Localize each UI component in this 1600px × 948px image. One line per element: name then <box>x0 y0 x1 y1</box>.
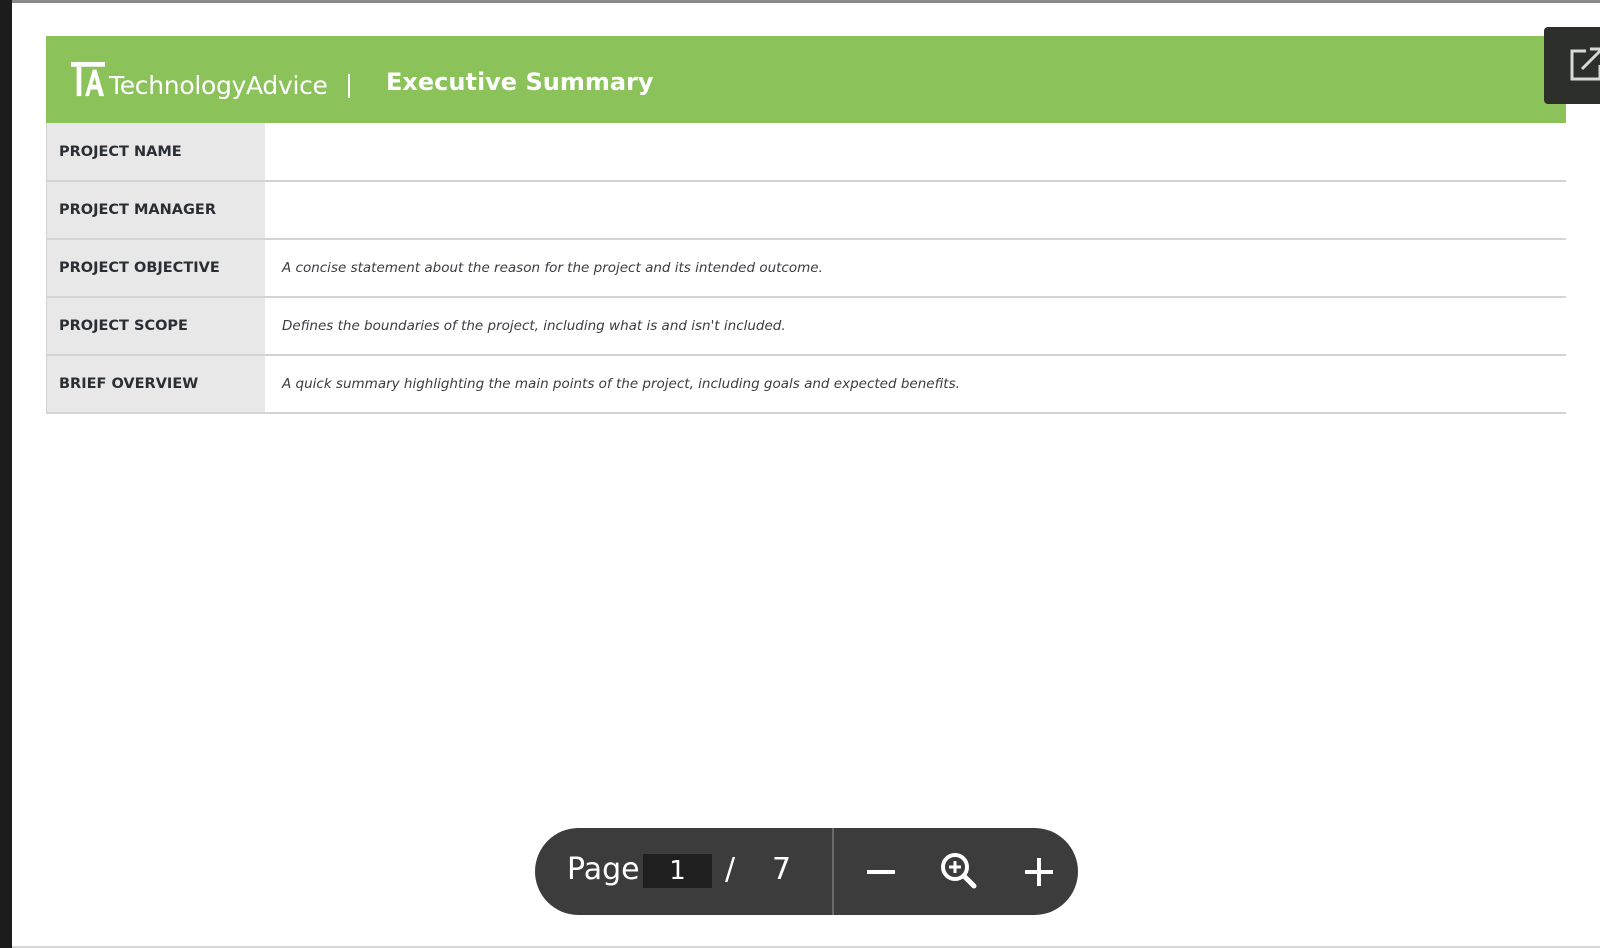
zoom-out-button[interactable] <box>855 846 907 898</box>
external-link-icon <box>1570 47 1600 81</box>
minus-icon <box>867 870 895 874</box>
brand-name: TechnologyAdvice <box>109 70 328 100</box>
zoom-button[interactable] <box>933 846 985 898</box>
row-label: PROJECT SCOPE <box>46 297 265 355</box>
magnifier-plus-icon <box>941 853 977 889</box>
page-number-input[interactable] <box>643 854 712 888</box>
table-row-project-name: PROJECT NAME <box>46 123 1566 181</box>
ta-logo-mark-icon <box>70 62 106 97</box>
document-page: TechnologyAdvice Executive Summary PROJE… <box>46 36 1566 414</box>
page-total: 7 <box>772 852 792 887</box>
zoom-in-button[interactable] <box>1013 846 1065 898</box>
top-border <box>12 0 1600 3</box>
row-value: A quick summary highlighting the main po… <box>282 376 960 392</box>
page-label: Page <box>567 852 640 887</box>
table-row-project-objective: PROJECT OBJECTIVE A concise statement ab… <box>46 239 1566 297</box>
table-row-project-scope: PROJECT SCOPE Defines the boundaries of … <box>46 297 1566 355</box>
row-label: BRIEF OVERVIEW <box>46 355 265 413</box>
pdf-viewer: TechnologyAdvice Executive Summary PROJE… <box>0 0 1600 948</box>
row-value <box>265 123 1566 181</box>
popout-button[interactable] <box>1544 27 1600 104</box>
row-label: PROJECT OBJECTIVE <box>46 239 265 297</box>
row-label: PROJECT NAME <box>46 123 265 181</box>
toolbar-divider <box>832 828 834 915</box>
brand-logo: TechnologyAdvice <box>70 60 328 100</box>
summary-table: PROJECT NAME PROJECT MANAGER PROJECT OBJ… <box>46 123 1566 414</box>
row-value: Defines the boundaries of the project, i… <box>282 318 786 334</box>
left-rail <box>0 0 12 948</box>
document-title: Executive Summary <box>386 68 654 96</box>
page-separator: / <box>725 852 736 887</box>
plus-icon <box>1025 858 1053 886</box>
row-value: A concise statement about the reason for… <box>282 260 823 276</box>
table-row-brief-overview: BRIEF OVERVIEW A quick summary highlight… <box>46 355 1566 413</box>
row-value <box>265 181 1566 239</box>
row-label: PROJECT MANAGER <box>46 181 265 239</box>
document-header: TechnologyAdvice Executive Summary <box>46 36 1566 123</box>
page-toolbar: Page / 7 <box>535 828 1078 915</box>
header-divider <box>348 74 350 98</box>
table-row-project-manager: PROJECT MANAGER <box>46 181 1566 239</box>
